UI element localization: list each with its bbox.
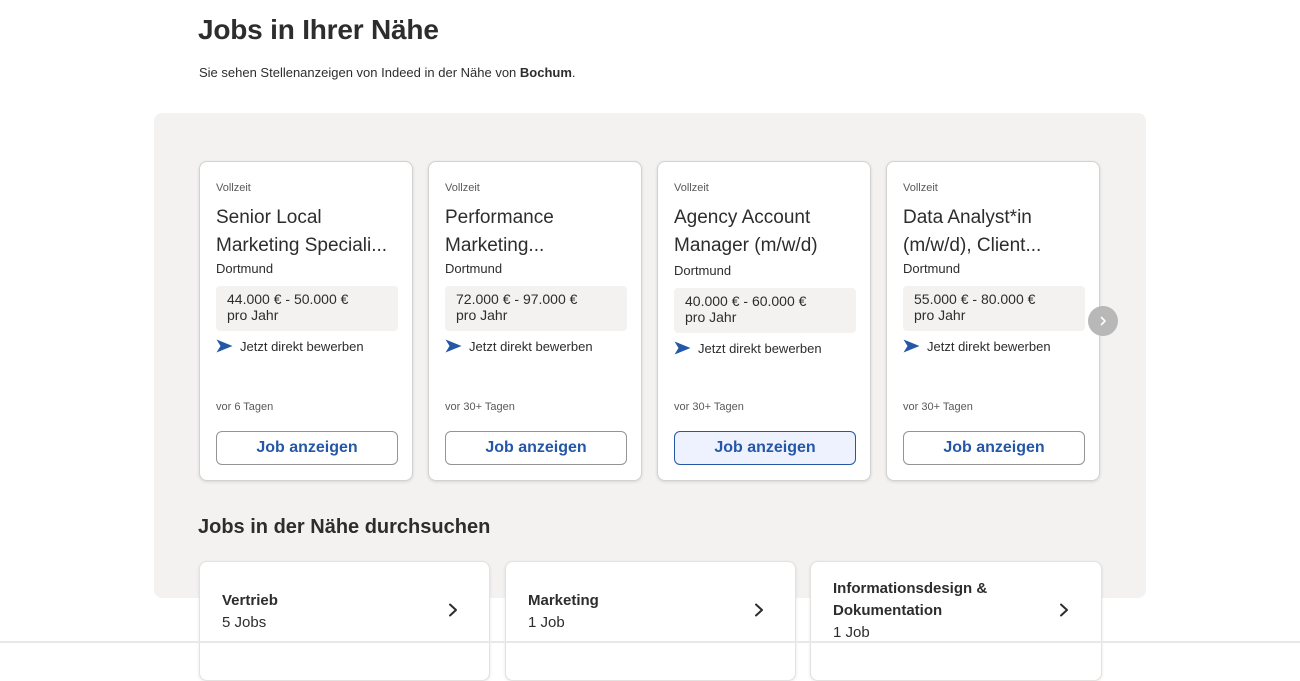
- easy-apply-label: Jetzt direkt bewerben: [927, 338, 1051, 354]
- job-title-line: Marketing...: [445, 235, 545, 256]
- category-count: 1 Job: [528, 614, 565, 631]
- job-title[interactable]: Data Analyst*in (m/w/d), Client...: [903, 204, 1087, 260]
- salary-badge: 55.000 € - 80.000 € pro Jahr: [903, 286, 1085, 331]
- easy-apply-indicator: Jetzt direkt bewerben: [674, 339, 822, 357]
- job-title[interactable]: Performance Marketing...: [445, 204, 629, 260]
- posted-date: vor 30+ Tagen: [445, 401, 515, 413]
- job-title-line: Manager (m/w/d): [674, 235, 818, 256]
- category-card-vertrieb[interactable]: Vertrieb 5 Jobs: [199, 561, 490, 681]
- category-count: 5 Jobs: [222, 614, 267, 631]
- salary-period: pro Jahr: [685, 309, 737, 325]
- page-title: Jobs in Ihrer Nähe: [198, 14, 439, 45]
- category-name: Marketing: [528, 592, 599, 609]
- page-subtitle: Sie sehen Stellenanzeigen von Indeed in …: [199, 65, 576, 80]
- job-title[interactable]: Senior Local Marketing Speciali...: [216, 204, 400, 260]
- salary-range: 55.000 € - 80.000 €: [914, 291, 1036, 307]
- job-type: Vollzeit: [216, 182, 251, 194]
- easy-apply-indicator: Jetzt direkt bewerben: [445, 337, 593, 355]
- view-job-button[interactable]: Job anzeigen: [903, 431, 1085, 465]
- salary-period: pro Jahr: [227, 307, 279, 323]
- view-job-button[interactable]: Job anzeigen: [445, 431, 627, 465]
- salary-badge: 72.000 € - 97.000 € pro Jahr: [445, 286, 627, 331]
- job-card[interactable]: Vollzeit Senior Local Marketing Speciali…: [199, 161, 413, 481]
- job-location: Dortmund: [903, 261, 961, 276]
- job-type: Vollzeit: [445, 182, 480, 194]
- posted-date: vor 30+ Tagen: [903, 401, 973, 413]
- job-title-line: Agency Account: [674, 207, 811, 228]
- subtitle-location: Bochum: [519, 65, 572, 80]
- chevron-right-icon: [1100, 316, 1106, 326]
- send-arrow-icon: [445, 339, 462, 353]
- carousel-next-button[interactable]: [1088, 306, 1118, 336]
- view-job-button[interactable]: Job anzeigen: [216, 431, 398, 465]
- browse-section-title: Jobs in der Nähe durchsuchen: [198, 516, 491, 538]
- category-count: 1 Job: [833, 624, 870, 641]
- job-title-line: Data Analyst*in: [903, 207, 1032, 228]
- salary-period: pro Jahr: [914, 307, 966, 323]
- category-card-informationsdesign[interactable]: Informationsdesign & Dokumentation 1 Job: [810, 561, 1102, 681]
- job-card[interactable]: Vollzeit Agency Account Manager (m/w/d) …: [657, 161, 871, 481]
- job-title-line: Performance: [445, 207, 554, 228]
- job-type: Vollzeit: [674, 182, 709, 194]
- chevron-right-icon: [755, 603, 763, 617]
- subtitle-suffix: .: [571, 65, 576, 80]
- easy-apply-label: Jetzt direkt bewerben: [469, 338, 593, 354]
- category-name: Informationsdesign & Dokumentation: [833, 580, 988, 619]
- send-arrow-icon: [674, 341, 691, 355]
- salary-range: 40.000 € - 60.000 €: [685, 293, 807, 309]
- job-title-line: (m/w/d), Client...: [903, 235, 1042, 256]
- job-title-line: Marketing Speciali...: [216, 235, 388, 256]
- job-type: Vollzeit: [903, 182, 938, 194]
- job-title-line: Senior Local: [216, 207, 322, 228]
- easy-apply-label: Jetzt direkt bewerben: [698, 340, 822, 356]
- send-arrow-icon: [903, 339, 920, 353]
- job-card[interactable]: Vollzeit Data Analyst*in (m/w/d), Client…: [886, 161, 1100, 481]
- salary-range: 44.000 € - 50.000 €: [227, 291, 349, 307]
- category-card-marketing[interactable]: Marketing 1 Job: [505, 561, 796, 681]
- job-card[interactable]: Vollzeit Performance Marketing... Dortmu…: [428, 161, 642, 481]
- job-location: Dortmund: [216, 261, 274, 276]
- chevron-right-icon: [1060, 603, 1068, 617]
- chevron-right-icon: [449, 603, 457, 617]
- salary-badge: 40.000 € - 60.000 € pro Jahr: [674, 288, 856, 333]
- job-title[interactable]: Agency Account Manager (m/w/d): [674, 204, 858, 260]
- category-name: Vertrieb: [222, 592, 278, 609]
- posted-date: vor 6 Tagen: [216, 401, 274, 413]
- job-location: Dortmund: [674, 263, 732, 278]
- easy-apply-indicator: Jetzt direkt bewerben: [216, 337, 364, 355]
- salary-badge: 44.000 € - 50.000 € pro Jahr: [216, 286, 398, 331]
- salary-period: pro Jahr: [456, 307, 508, 323]
- view-job-button[interactable]: Job anzeigen: [674, 431, 856, 465]
- easy-apply-indicator: Jetzt direkt bewerben: [903, 337, 1051, 355]
- subtitle-prefix: Sie sehen Stellenanzeigen von Indeed in …: [199, 65, 520, 80]
- posted-date: vor 30+ Tagen: [674, 401, 744, 413]
- send-arrow-icon: [216, 339, 233, 353]
- job-location: Dortmund: [445, 261, 503, 276]
- easy-apply-label: Jetzt direkt bewerben: [240, 338, 364, 354]
- salary-range: 72.000 € - 97.000 €: [456, 291, 578, 307]
